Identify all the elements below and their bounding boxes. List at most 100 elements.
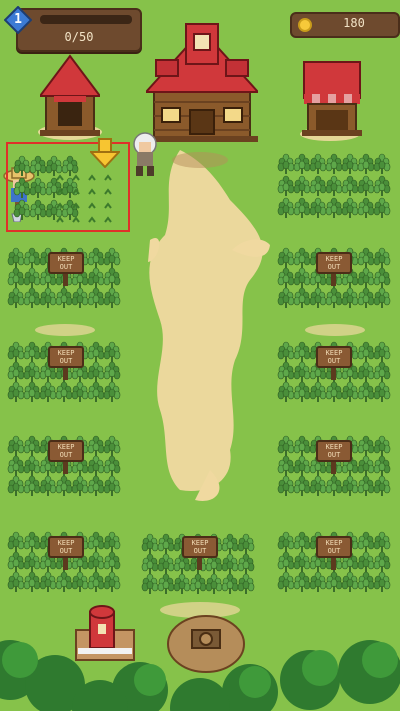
seedling[interactable] bbox=[88, 216, 96, 223]
crop-plant[interactable] bbox=[357, 381, 375, 402]
crop-plant[interactable] bbox=[373, 435, 391, 456]
crop-plant[interactable] bbox=[309, 381, 327, 402]
crop-plant[interactable] bbox=[189, 573, 207, 594]
crop-plant[interactable] bbox=[87, 247, 105, 268]
seedling[interactable] bbox=[104, 202, 112, 209]
crop-plant[interactable] bbox=[157, 573, 175, 594]
crop-plant[interactable] bbox=[87, 341, 105, 362]
crop-plant[interactable] bbox=[373, 551, 391, 572]
crop-plant[interactable] bbox=[341, 475, 359, 496]
keep-out-sign[interactable]: KEEP OUT bbox=[182, 536, 218, 570]
crop-plant[interactable] bbox=[103, 267, 121, 288]
crop-plant[interactable] bbox=[373, 455, 391, 476]
crop-plant[interactable] bbox=[103, 551, 121, 572]
crop-plant[interactable] bbox=[45, 155, 63, 176]
keep-out-sign[interactable]: KEEP OUT bbox=[316, 536, 352, 570]
crop-plant[interactable] bbox=[373, 153, 391, 174]
crop-plant[interactable] bbox=[357, 361, 375, 382]
crop-plant[interactable] bbox=[373, 381, 391, 402]
crop-plant[interactable] bbox=[29, 199, 47, 220]
crop-plant[interactable] bbox=[87, 267, 105, 288]
keep-out-sign[interactable]: KEEP OUT bbox=[48, 252, 84, 286]
crop-plant[interactable] bbox=[173, 573, 191, 594]
crop-plant[interactable] bbox=[7, 455, 25, 476]
crop-plant[interactable] bbox=[13, 155, 31, 176]
crop-plant[interactable] bbox=[39, 475, 57, 496]
crop-plant[interactable] bbox=[325, 571, 343, 592]
crop-plant[interactable] bbox=[293, 531, 311, 552]
crop-plant[interactable] bbox=[23, 267, 41, 288]
crop-plant[interactable] bbox=[87, 435, 105, 456]
crop-plant[interactable] bbox=[357, 435, 375, 456]
crop-plant[interactable] bbox=[103, 435, 121, 456]
crop-plant[interactable] bbox=[357, 153, 375, 174]
crop-plant[interactable] bbox=[357, 247, 375, 268]
crop-plant[interactable] bbox=[103, 531, 121, 552]
crop-plant[interactable] bbox=[293, 175, 311, 196]
crop-plant[interactable] bbox=[55, 475, 73, 496]
keep-out-sign[interactable]: KEEP OUT bbox=[48, 440, 84, 474]
crop-plant[interactable] bbox=[373, 531, 391, 552]
crop-plant[interactable] bbox=[357, 197, 375, 218]
crop-plant[interactable] bbox=[23, 341, 41, 362]
seedling[interactable] bbox=[104, 174, 112, 181]
crop-plant[interactable] bbox=[341, 287, 359, 308]
crop-plant[interactable] bbox=[373, 175, 391, 196]
crop-plant[interactable] bbox=[357, 571, 375, 592]
crop-plant[interactable] bbox=[357, 531, 375, 552]
crop-plant[interactable] bbox=[55, 571, 73, 592]
crop-plant[interactable] bbox=[309, 287, 327, 308]
crop-plant[interactable] bbox=[87, 571, 105, 592]
crop-plant[interactable] bbox=[7, 381, 25, 402]
crop-plant[interactable] bbox=[103, 455, 121, 476]
crop-plant[interactable] bbox=[87, 531, 105, 552]
crop-plant[interactable] bbox=[309, 175, 327, 196]
crop-plant[interactable] bbox=[141, 533, 159, 554]
seedling[interactable] bbox=[88, 202, 96, 209]
crop-plant[interactable] bbox=[277, 247, 295, 268]
crop-plant[interactable] bbox=[23, 287, 41, 308]
crop-plant[interactable] bbox=[157, 533, 175, 554]
crop-plant[interactable] bbox=[309, 153, 327, 174]
keep-out-sign[interactable]: KEEP OUT bbox=[316, 346, 352, 380]
seedling[interactable] bbox=[56, 174, 64, 181]
crop-plant[interactable] bbox=[55, 381, 73, 402]
crop-plant[interactable] bbox=[87, 455, 105, 476]
crop-plant[interactable] bbox=[277, 153, 295, 174]
crop-plant[interactable] bbox=[293, 341, 311, 362]
crop-plant[interactable] bbox=[293, 381, 311, 402]
crop-plant[interactable] bbox=[325, 197, 343, 218]
crop-plant[interactable] bbox=[309, 571, 327, 592]
crop-plant[interactable] bbox=[277, 551, 295, 572]
crop-plant[interactable] bbox=[87, 361, 105, 382]
crop-plant[interactable] bbox=[7, 267, 25, 288]
crop-plant[interactable] bbox=[7, 475, 25, 496]
crop-plant[interactable] bbox=[7, 571, 25, 592]
crop-plant[interactable] bbox=[7, 341, 25, 362]
seedling[interactable] bbox=[88, 188, 96, 195]
crop-plant[interactable] bbox=[7, 361, 25, 382]
seedling[interactable] bbox=[72, 216, 80, 223]
crop-plant[interactable] bbox=[309, 197, 327, 218]
crop-plant[interactable] bbox=[29, 177, 47, 198]
crop-plant[interactable] bbox=[87, 551, 105, 572]
crop-plant[interactable] bbox=[293, 287, 311, 308]
seedling[interactable] bbox=[72, 174, 80, 181]
crop-plant[interactable] bbox=[29, 155, 47, 176]
crop-plant[interactable] bbox=[373, 341, 391, 362]
crop-plant[interactable] bbox=[277, 475, 295, 496]
crop-plant[interactable] bbox=[373, 571, 391, 592]
seedling[interactable] bbox=[104, 216, 112, 223]
crop-plant[interactable] bbox=[157, 553, 175, 574]
crop-plant[interactable] bbox=[325, 175, 343, 196]
crop-plant[interactable] bbox=[55, 287, 73, 308]
seedling[interactable] bbox=[104, 188, 112, 195]
crop-plant[interactable] bbox=[103, 247, 121, 268]
crop-plant[interactable] bbox=[325, 153, 343, 174]
crop-plant[interactable] bbox=[23, 435, 41, 456]
crop-plant[interactable] bbox=[71, 287, 89, 308]
silo-building[interactable] bbox=[70, 604, 140, 664]
crop-plant[interactable] bbox=[237, 553, 255, 574]
crop-plant[interactable] bbox=[103, 287, 121, 308]
crop-plant[interactable] bbox=[373, 267, 391, 288]
